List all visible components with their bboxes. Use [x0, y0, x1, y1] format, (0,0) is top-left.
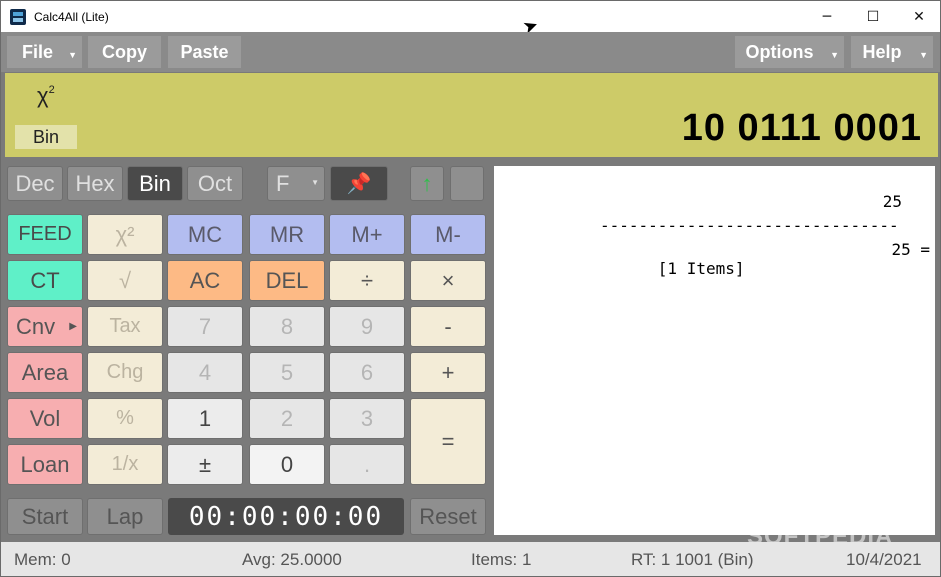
plus-minus-button[interactable]: ±	[167, 444, 243, 485]
hex-mode-button[interactable]: Hex	[67, 166, 123, 201]
convert-button[interactable]: Cnv ▶	[7, 306, 83, 347]
equals-button[interactable]: =	[410, 398, 486, 485]
digit-8-button[interactable]: 8	[249, 306, 325, 347]
number-base-badge: Bin	[15, 125, 77, 149]
title-bar: Calc4All (Lite) ─ ☐ ✕	[1, 1, 940, 32]
file-menu-label: File	[21, 41, 53, 62]
chevron-down-icon: ▼	[830, 50, 839, 60]
digit-9-button[interactable]: 9	[329, 306, 405, 347]
window-title: Calc4All (Lite)	[34, 9, 109, 24]
memory-add-button[interactable]: M+	[329, 214, 405, 255]
tape-entry-value: 25	[882, 192, 902, 211]
tape-panel[interactable]: 25 ------------------------------- [1 It…	[494, 166, 935, 535]
digit-7-button[interactable]: 7	[167, 306, 243, 347]
tape-separator: -------------------------------	[600, 216, 899, 235]
decimal-point-button[interactable]: .	[329, 444, 405, 485]
digit-4-button[interactable]: 4	[167, 352, 243, 393]
format-value: F	[276, 170, 290, 196]
tape-total-value: 25 =	[891, 240, 930, 259]
oct-mode-button[interactable]: Oct	[187, 166, 243, 201]
reciprocal-button[interactable]: 1/x	[87, 444, 163, 485]
square-button[interactable]: χ²	[87, 214, 163, 255]
loan-button[interactable]: Loan	[7, 444, 83, 485]
clear-tape-button[interactable]: CT	[7, 260, 83, 301]
file-menu-button[interactable]: File ▼	[6, 35, 83, 69]
convert-label: Cnv	[16, 313, 56, 339]
status-items: Items: 1	[471, 550, 532, 569]
window-controls: ─ ☐ ✕	[804, 1, 940, 32]
dec-mode-button[interactable]: Dec	[7, 166, 63, 201]
current-operation: χ2	[37, 83, 55, 109]
digit-6-button[interactable]: 6	[329, 352, 405, 393]
maximize-button[interactable]: ☐	[850, 1, 896, 32]
arrow-up-icon: ↑	[421, 170, 433, 196]
tax-button[interactable]: Tax	[87, 306, 163, 347]
area-button[interactable]: Area	[7, 352, 83, 393]
menu-bar: File ▼ Copy Paste Options ▼ Help ▼	[1, 32, 940, 72]
feed-button[interactable]: FEED	[7, 214, 83, 255]
pin-button[interactable]: 📌	[330, 166, 388, 201]
chevron-down-icon: ▼	[311, 177, 319, 187]
timer-reset-button[interactable]: Reset	[410, 498, 486, 535]
volume-button[interactable]: Vol	[7, 398, 83, 439]
operation-symbol: χ	[37, 83, 49, 108]
close-button[interactable]: ✕	[896, 1, 940, 32]
delete-button[interactable]: DEL	[249, 260, 325, 301]
calculator-window: Calc4All (Lite) ─ ☐ ✕ ➤ File ▼ Copy Past…	[0, 0, 941, 577]
digit-2-button[interactable]: 2	[249, 398, 325, 439]
options-menu-label: Options	[745, 41, 814, 62]
status-memory: Mem: 0	[14, 550, 71, 569]
memory-recall-button[interactable]: MR	[249, 214, 325, 255]
status-running-total: RT: 1 1001 (Bin)	[631, 550, 754, 569]
display-value: 10 0111 0001	[681, 107, 922, 149]
minimize-button[interactable]: ─	[804, 1, 850, 32]
memory-clear-button[interactable]: MC	[167, 214, 243, 255]
digit-3-button[interactable]: 3	[329, 398, 405, 439]
operation-exponent: 2	[48, 84, 55, 96]
copy-button[interactable]: Copy	[87, 35, 162, 69]
chevron-down-icon: ▼	[919, 50, 928, 60]
status-date: 10/4/2021	[846, 550, 922, 569]
minus-button[interactable]: -	[410, 306, 486, 347]
timer-display: 00:00:00:00	[168, 498, 404, 535]
plus-button[interactable]: +	[410, 352, 486, 393]
digit-5-button[interactable]: 5	[249, 352, 325, 393]
scroll-up-button[interactable]: ↑	[410, 166, 444, 201]
divide-button[interactable]: ÷	[329, 260, 405, 301]
help-menu-button[interactable]: Help ▼	[850, 35, 934, 69]
timer-start-button[interactable]: Start	[7, 498, 83, 535]
chevron-right-icon: ▶	[69, 320, 77, 332]
blank-button[interactable]	[450, 166, 484, 201]
options-menu-button[interactable]: Options ▼	[734, 35, 845, 69]
digit-0-button[interactable]: 0	[249, 444, 325, 485]
timer-lap-button[interactable]: Lap	[87, 498, 163, 535]
chevron-down-icon: ▼	[68, 50, 77, 60]
percent-button[interactable]: %	[87, 398, 163, 439]
help-menu-label: Help	[862, 41, 902, 62]
calculator-display: χ2 Bin 10 0111 0001	[5, 73, 938, 157]
format-dropdown[interactable]: F ▼	[267, 166, 325, 201]
status-average: Avg: 25.0000	[242, 550, 342, 569]
multiply-button[interactable]: ×	[410, 260, 486, 301]
tape-total-line: [1 Items] 25 =	[600, 240, 930, 278]
all-clear-button[interactable]: AC	[167, 260, 243, 301]
memory-subtract-button[interactable]: M-	[410, 214, 486, 255]
digit-1-button[interactable]: 1	[167, 398, 243, 439]
pin-icon: 📌	[346, 173, 372, 195]
status-bar: Mem: 0 Avg: 25.0000 Items: 1 RT: 1 1001 …	[1, 542, 940, 576]
change-button[interactable]: Chg	[87, 352, 163, 393]
app-icon	[10, 8, 26, 25]
bin-mode-button[interactable]: Bin	[127, 166, 183, 201]
tape-items-label: [1 Items]	[657, 259, 745, 278]
paste-button[interactable]: Paste	[167, 35, 242, 69]
tape-line: 25	[600, 192, 930, 212]
square-root-button[interactable]: √	[87, 260, 163, 301]
